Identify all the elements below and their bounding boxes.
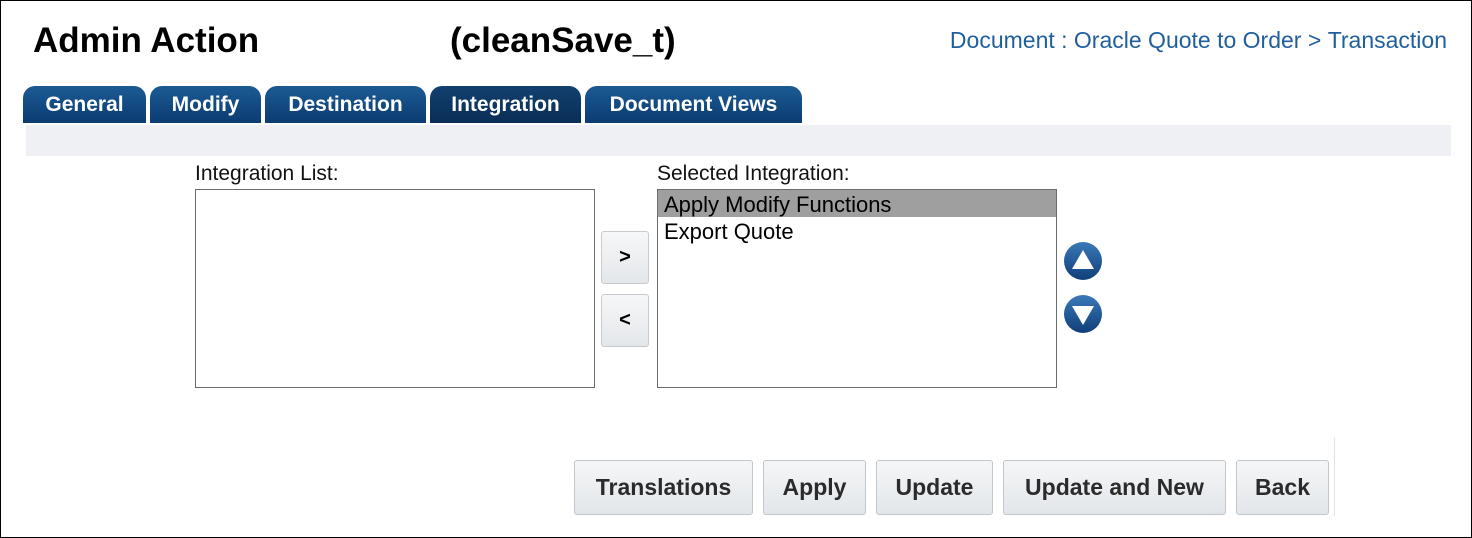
tab-integration[interactable]: Integration	[430, 86, 581, 123]
admin-action-window: Admin Action (cleanSave_t) Document : Or…	[0, 0, 1472, 538]
add-integration-button[interactable]: >	[601, 231, 649, 284]
update-and-new-button[interactable]: Update and New	[1003, 460, 1226, 515]
integration-list-label: Integration List:	[195, 162, 339, 185]
list-item[interactable]: Apply Modify Functions	[658, 190, 1056, 217]
move-down-icon[interactable]	[1063, 294, 1103, 334]
update-button[interactable]: Update	[876, 460, 993, 515]
selected-integration-label: Selected Integration:	[657, 162, 850, 185]
back-button[interactable]: Back	[1236, 460, 1329, 515]
tab-modify[interactable]: Modify	[150, 86, 261, 123]
integration-list[interactable]	[195, 189, 595, 388]
tab-general[interactable]: General	[23, 86, 146, 123]
move-up-icon[interactable]	[1063, 241, 1103, 281]
page-title: Admin Action	[33, 21, 260, 60]
apply-button[interactable]: Apply	[763, 460, 866, 515]
breadcrumb-document-link[interactable]: Document : Oracle Quote to Order	[950, 27, 1302, 54]
remove-integration-button[interactable]: <	[601, 294, 649, 347]
breadcrumb-separator: >	[1301, 27, 1328, 53]
breadcrumb: Document : Oracle Quote to Order > Trans…	[950, 27, 1447, 54]
breadcrumb-transaction-link[interactable]: Transaction	[1328, 27, 1447, 54]
tab-document-views[interactable]: Document Views	[585, 86, 802, 123]
list-item[interactable]: Export Quote	[658, 217, 1056, 244]
tab-content-header-strip	[26, 125, 1451, 156]
action-variable-name: (cleanSave_t)	[450, 21, 676, 60]
tab-destination[interactable]: Destination	[265, 86, 426, 123]
divider	[1334, 438, 1335, 516]
translations-button[interactable]: Translations	[574, 460, 753, 515]
selected-integration-list[interactable]: Apply Modify Functions Export Quote	[657, 189, 1057, 388]
